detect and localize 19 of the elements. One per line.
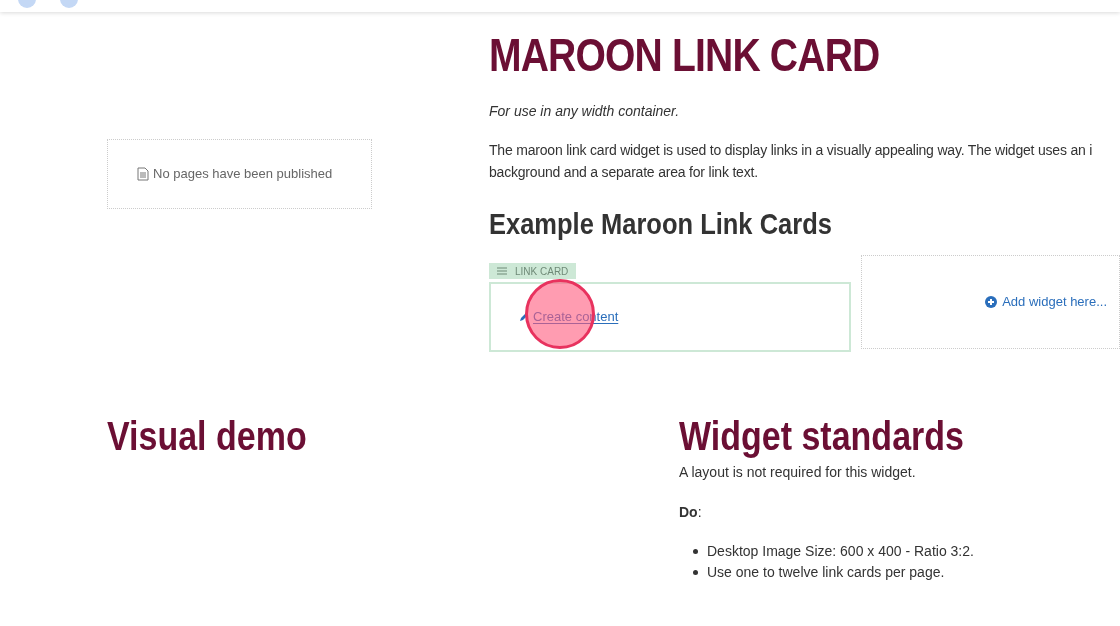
list-item: Use one to twelve link cards per page. [707, 563, 945, 583]
list-item: Desktop Image Size: 600 x 400 - Ratio 3:2. [707, 542, 974, 562]
note-text: A layout is not required for this widget. [679, 463, 917, 483]
bullet-icon [693, 549, 698, 555]
widget-tag[interactable]: LINK CARD [489, 263, 577, 280]
section-heading: Widget standards [679, 414, 964, 459]
empty-message: No pages have been published [153, 165, 333, 184]
menu-icon [497, 267, 507, 276]
intro-text: For use in any width container. [489, 102, 681, 122]
document-icon [137, 167, 149, 181]
section-heading: Visual demo [107, 414, 307, 459]
page-title: MAROON LINK CARD [489, 28, 880, 83]
description-paragraph: The maroon link card widget is used to display links in a visually appealing way. The widget uses an i background and a separate area for link text. [489, 141, 1093, 183]
section-heading: Example Maroon Link Cards [489, 206, 832, 243]
pencil-icon [519, 312, 529, 323]
bullet-icon [693, 570, 698, 576]
plus-circle-icon [985, 296, 998, 309]
do-label: Do: [679, 503, 703, 523]
add-widget-button[interactable]: Add widget here... [985, 292, 1107, 312]
